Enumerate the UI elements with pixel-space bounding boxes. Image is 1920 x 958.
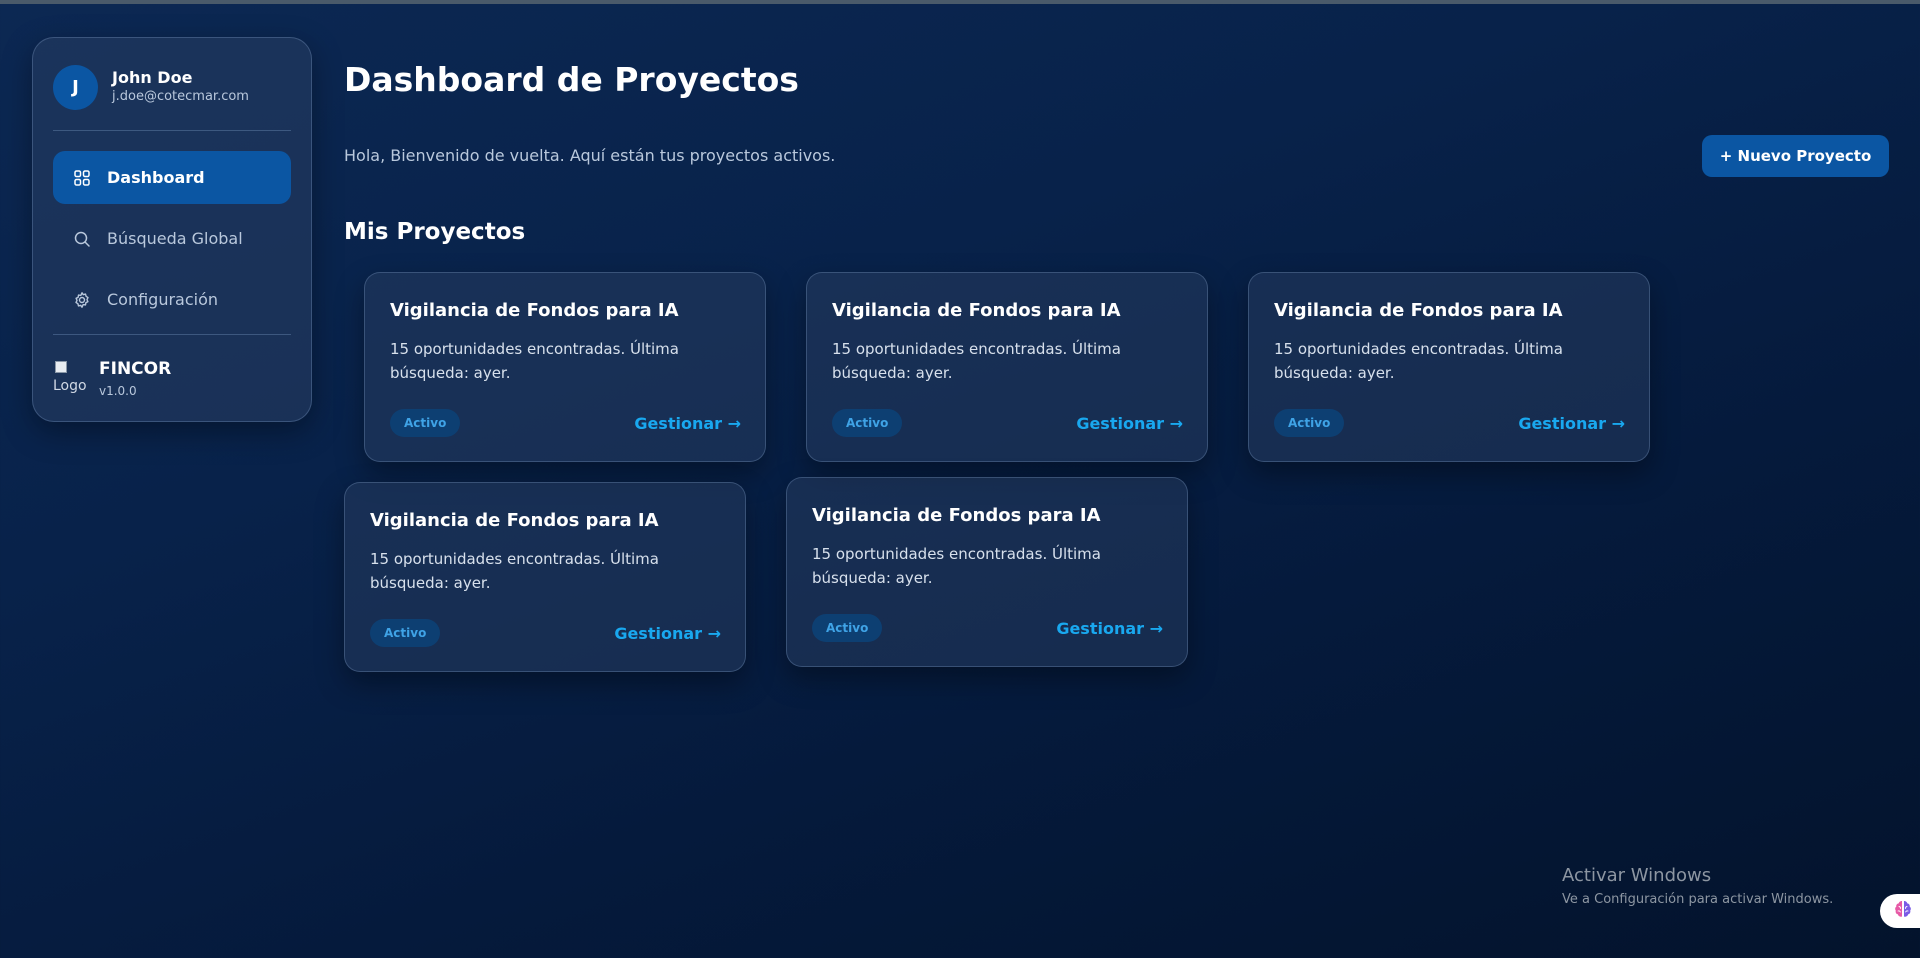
- watermark-title: Activar Windows: [1562, 865, 1712, 886]
- project-card[interactable]: Vigilancia de Fondos para IA 15 oportuni…: [1248, 272, 1650, 462]
- project-description: 15 oportunidades encontradas. Última bús…: [812, 545, 1101, 587]
- manage-link[interactable]: Gestionar →: [614, 624, 721, 643]
- project-description: 15 oportunidades encontradas. Última bús…: [370, 550, 659, 592]
- brand: Logo FINCOR v1.0.0: [53, 359, 291, 399]
- project-description: 15 oportunidades encontradas. Última bús…: [390, 340, 679, 382]
- top-border: [0, 0, 1920, 4]
- status-badge: Activo: [390, 409, 461, 437]
- manage-link[interactable]: Gestionar →: [1518, 414, 1625, 433]
- user-name: John Doe: [112, 68, 193, 87]
- sidebar-item-label: Dashboard: [107, 168, 205, 187]
- gear-icon: [73, 291, 91, 309]
- brain-icon: [1892, 898, 1914, 924]
- sidebar-item-configuracion[interactable]: Configuración: [53, 273, 291, 326]
- project-title: Vigilancia de Fondos para IA: [812, 505, 1101, 526]
- sidebar-divider: [53, 334, 291, 335]
- brand-name: FINCOR: [99, 359, 172, 379]
- status-badge: Activo: [370, 619, 441, 647]
- project-card[interactable]: Vigilancia de Fondos para IA 15 oportuni…: [806, 272, 1208, 462]
- sidebar-item-busqueda-global[interactable]: Búsqueda Global: [53, 212, 291, 265]
- sidebar-item-label: Configuración: [107, 290, 219, 309]
- user-profile[interactable]: J John Doe j.doe@cotecmar.com: [53, 64, 291, 110]
- project-title: Vigilancia de Fondos para IA: [832, 300, 1121, 321]
- assistant-floating-button[interactable]: [1880, 894, 1920, 928]
- project-title: Vigilancia de Fondos para IA: [390, 300, 679, 321]
- sidebar-item-dashboard[interactable]: Dashboard: [53, 151, 291, 204]
- sidebar-divider: [53, 130, 291, 131]
- page-title: Dashboard de Proyectos: [344, 60, 799, 99]
- status-badge: Activo: [812, 614, 883, 642]
- project-card[interactable]: Vigilancia de Fondos para IA 15 oportuni…: [364, 272, 766, 462]
- project-card[interactable]: Vigilancia de Fondos para IA 15 oportuni…: [344, 482, 746, 672]
- watermark-subtitle: Ve a Configuración para activar Windows.: [1562, 892, 1834, 907]
- grid-icon: [73, 169, 91, 187]
- project-title: Vigilancia de Fondos para IA: [1274, 300, 1563, 321]
- sidebar-item-label: Búsqueda Global: [107, 229, 243, 248]
- project-title: Vigilancia de Fondos para IA: [370, 510, 659, 531]
- search-icon: [73, 230, 91, 248]
- status-badge: Activo: [832, 409, 903, 437]
- welcome-subtitle: Hola, Bienvenido de vuelta. Aquí están t…: [344, 146, 836, 165]
- logo-alt-text: Logo: [53, 378, 87, 394]
- new-project-button[interactable]: + Nuevo Proyecto: [1702, 135, 1889, 177]
- sidebar-nav: Dashboard Búsqueda Global Configuración: [53, 151, 291, 326]
- status-badge: Activo: [1274, 409, 1345, 437]
- section-title: Mis Proyectos: [344, 219, 526, 245]
- project-description: 15 oportunidades encontradas. Última bús…: [832, 340, 1121, 382]
- brand-logo: Logo: [53, 359, 89, 395]
- avatar[interactable]: J: [53, 64, 98, 110]
- user-email: j.doe@cotecmar.com: [112, 89, 249, 104]
- manage-link[interactable]: Gestionar →: [1056, 619, 1163, 638]
- broken-image-icon: [55, 361, 67, 373]
- manage-link[interactable]: Gestionar →: [1076, 414, 1183, 433]
- project-description: 15 oportunidades encontradas. Última bús…: [1274, 340, 1563, 382]
- sidebar: J John Doe j.doe@cotecmar.com Dashboard: [32, 37, 312, 422]
- manage-link[interactable]: Gestionar →: [634, 414, 741, 433]
- project-card[interactable]: Vigilancia de Fondos para IA 15 oportuni…: [786, 477, 1188, 667]
- app-version: v1.0.0: [99, 384, 137, 398]
- windows-activation-watermark: Activar Windows Ve a Configuración para …: [1562, 864, 1833, 910]
